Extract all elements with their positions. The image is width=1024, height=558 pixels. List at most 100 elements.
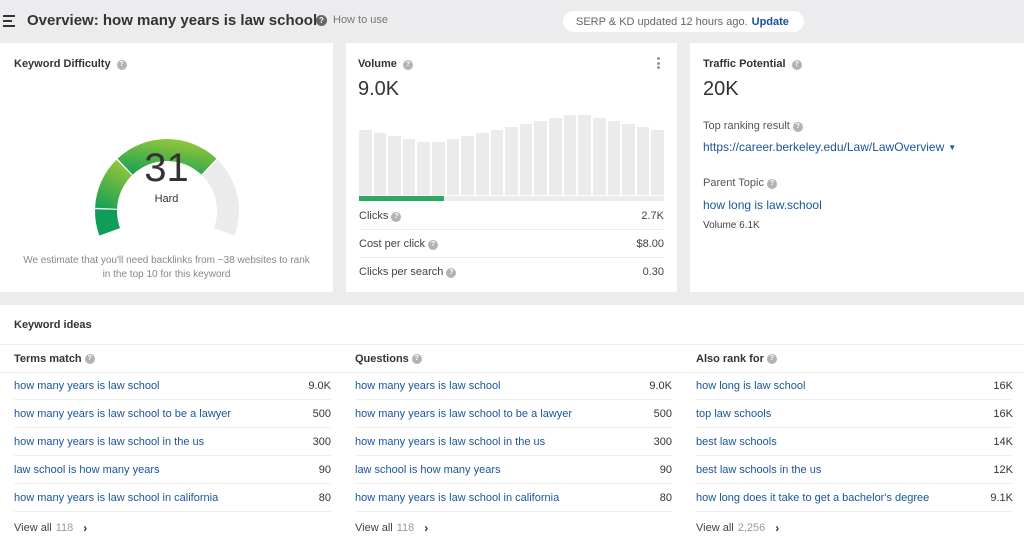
keyword-volume: 9.0K bbox=[649, 379, 672, 392]
volume-trend-bar[interactable] bbox=[578, 115, 591, 195]
keyword-row: top law schools 16K bbox=[696, 400, 1013, 428]
keyword-volume: 12K bbox=[993, 463, 1013, 476]
serp-status-pill: SERP & KD updated 12 hours ago. Update bbox=[563, 11, 804, 32]
clicks-progress-bar bbox=[359, 196, 664, 201]
traffic-potential-label: Traffic Potential bbox=[703, 58, 786, 70]
column-heading-label: Also rank for bbox=[696, 352, 764, 365]
chevron-right-icon[interactable]: › bbox=[775, 521, 779, 535]
top-ranking-url-link[interactable]: https://career.berkeley.edu/Law/LawOverv… bbox=[703, 140, 956, 154]
question-circle-icon[interactable]: ? bbox=[402, 60, 413, 70]
view-all-label[interactable]: View all bbox=[696, 522, 734, 534]
view-all-label[interactable]: View all bbox=[14, 522, 52, 534]
keyword-row: best law schools in the us 12K bbox=[696, 456, 1013, 484]
question-circle-icon[interactable]: ? bbox=[766, 353, 777, 364]
question-circle-icon[interactable]: ? bbox=[791, 60, 802, 70]
keyword-link[interactable]: law school is how many years bbox=[355, 464, 501, 476]
update-link[interactable]: Update bbox=[752, 16, 789, 28]
volume-trend-bar[interactable] bbox=[461, 135, 474, 195]
hamburger-menu-icon[interactable] bbox=[3, 15, 15, 27]
keyword-volume: 80 bbox=[318, 491, 331, 504]
traffic-potential-card: Traffic Potential ? 20K Top ranking resu… bbox=[690, 43, 1024, 292]
parent-topic-label: Parent Topic? bbox=[703, 177, 777, 189]
view-all-link[interactable]: View all 2,256 › bbox=[696, 521, 1013, 535]
volume-trend-bar[interactable] bbox=[446, 138, 460, 195]
volume-trend-bar[interactable] bbox=[519, 123, 533, 195]
volume-trend-bar[interactable] bbox=[490, 129, 504, 195]
note-line-2: in the top 10 for this keyword bbox=[102, 269, 231, 280]
question-circle-icon[interactable]: ? bbox=[428, 239, 439, 250]
view-all-label[interactable]: View all bbox=[355, 522, 393, 534]
volume-card: Volume ? 9.0K Clicks? 2.7K Cost per clic… bbox=[346, 43, 677, 292]
volume-label: Volume bbox=[358, 58, 397, 70]
keyword-row: how many years is law school 9.0K bbox=[14, 372, 331, 400]
keyword-row: law school is how many years 90 bbox=[355, 456, 672, 484]
clicks-progress-fill bbox=[359, 196, 445, 201]
keyword-link[interactable]: how many years is law school in the us bbox=[14, 436, 204, 448]
question-circle-icon[interactable]: ? bbox=[446, 268, 457, 278]
keyword-link[interactable]: how many years is law school to be a law… bbox=[355, 408, 572, 420]
keyword-ideas-panel: Keyword ideas Terms match? how many years… bbox=[0, 305, 1024, 558]
parent-topic-volume: Volume 6.1K bbox=[703, 220, 760, 231]
traffic-potential-title: Traffic Potential ? bbox=[703, 58, 802, 70]
metric-value: $8.00 bbox=[636, 237, 664, 250]
volume-trend-bar[interactable] bbox=[607, 120, 621, 195]
keyword-link[interactable]: law school is how many years bbox=[14, 464, 160, 476]
volume-trend-bar[interactable] bbox=[388, 135, 401, 195]
keyword-link[interactable]: how many years is law school bbox=[355, 380, 501, 392]
vertical-ellipsis-icon[interactable] bbox=[655, 57, 661, 71]
volume-trend-bar[interactable] bbox=[505, 126, 518, 195]
question-circle-icon[interactable]: ? bbox=[411, 353, 422, 364]
column-heading-label: Terms match bbox=[14, 352, 82, 365]
volume-trend-bar[interactable] bbox=[592, 117, 606, 195]
chevron-right-icon[interactable]: › bbox=[424, 521, 428, 535]
caret-down-icon[interactable]: ▼ bbox=[948, 143, 956, 152]
keyword-difficulty-rating: Hard bbox=[154, 193, 179, 205]
question-circle-icon[interactable]: ? bbox=[766, 179, 777, 189]
volume-trend-bar[interactable] bbox=[549, 117, 562, 195]
view-all-link[interactable]: View all 118 › bbox=[14, 521, 331, 535]
top-ranking-url[interactable]: https://career.berkeley.edu/Law/LawOverv… bbox=[703, 140, 944, 154]
volume-trend-bar[interactable] bbox=[359, 129, 372, 195]
question-circle-icon: ? bbox=[316, 14, 327, 26]
volume-trend-bar[interactable] bbox=[651, 129, 664, 195]
chevron-right-icon[interactable]: › bbox=[83, 521, 87, 535]
view-all-link[interactable]: View all 118 › bbox=[355, 521, 672, 535]
keyword-link[interactable]: how many years is law school in californ… bbox=[14, 492, 218, 504]
volume-trend-bar[interactable] bbox=[636, 126, 650, 195]
keyword-link[interactable]: how long is law school bbox=[696, 380, 805, 392]
keyword-link[interactable]: how many years is law school in californ… bbox=[355, 492, 559, 504]
parent-topic-link[interactable]: how long is law.school bbox=[703, 198, 822, 212]
volume-trend-bar[interactable] bbox=[432, 141, 445, 195]
keyword-link[interactable]: best law schools bbox=[696, 436, 777, 448]
volume-trend-bar[interactable] bbox=[373, 132, 387, 195]
column-heading: Questions? bbox=[355, 345, 672, 372]
question-circle-icon[interactable]: ? bbox=[792, 122, 803, 132]
keyword-link[interactable]: how many years is law school to be a law… bbox=[14, 408, 231, 420]
keyword-difficulty-label: Keyword Difficulty bbox=[14, 58, 111, 70]
keyword-link[interactable]: top law schools bbox=[696, 408, 771, 420]
traffic-potential-value: 20K bbox=[703, 78, 739, 100]
note-line-1: We estimate that you'll need backlinks f… bbox=[23, 255, 310, 266]
keyword-volume: 500 bbox=[312, 407, 331, 420]
keyword-row: how many years is law school 9.0K bbox=[355, 372, 672, 400]
volume-trend-bar[interactable] bbox=[534, 120, 548, 195]
column-heading: Also rank for? bbox=[696, 345, 1013, 372]
volume-trend-bar[interactable] bbox=[622, 123, 635, 195]
keyword-row: how long does it take to get a bachelor'… bbox=[696, 484, 1013, 512]
serp-status-text: SERP & KD updated 12 hours ago. bbox=[576, 15, 748, 28]
volume-trend-bar[interactable] bbox=[475, 132, 489, 195]
volume-trend-bar[interactable] bbox=[563, 115, 577, 195]
question-circle-icon[interactable]: ? bbox=[391, 211, 402, 222]
keyword-link[interactable]: how long does it take to get a bachelor'… bbox=[696, 492, 929, 504]
keyword-link[interactable]: how many years is law school bbox=[14, 380, 160, 392]
volume-trend-bar[interactable] bbox=[417, 141, 431, 195]
how-to-use-link[interactable]: ? How to use bbox=[316, 14, 388, 26]
question-circle-icon[interactable]: ? bbox=[116, 60, 127, 70]
keyword-volume: 9.1K bbox=[990, 491, 1013, 504]
keyword-link[interactable]: best law schools in the us bbox=[696, 464, 821, 476]
top-bar: Overview: how many years is law school ?… bbox=[0, 0, 1024, 44]
volume-trend-bar[interactable] bbox=[402, 138, 416, 195]
question-circle-icon[interactable]: ? bbox=[84, 353, 95, 364]
how-to-use-label: How to use bbox=[333, 14, 389, 26]
keyword-link[interactable]: how many years is law school in the us bbox=[355, 436, 545, 448]
